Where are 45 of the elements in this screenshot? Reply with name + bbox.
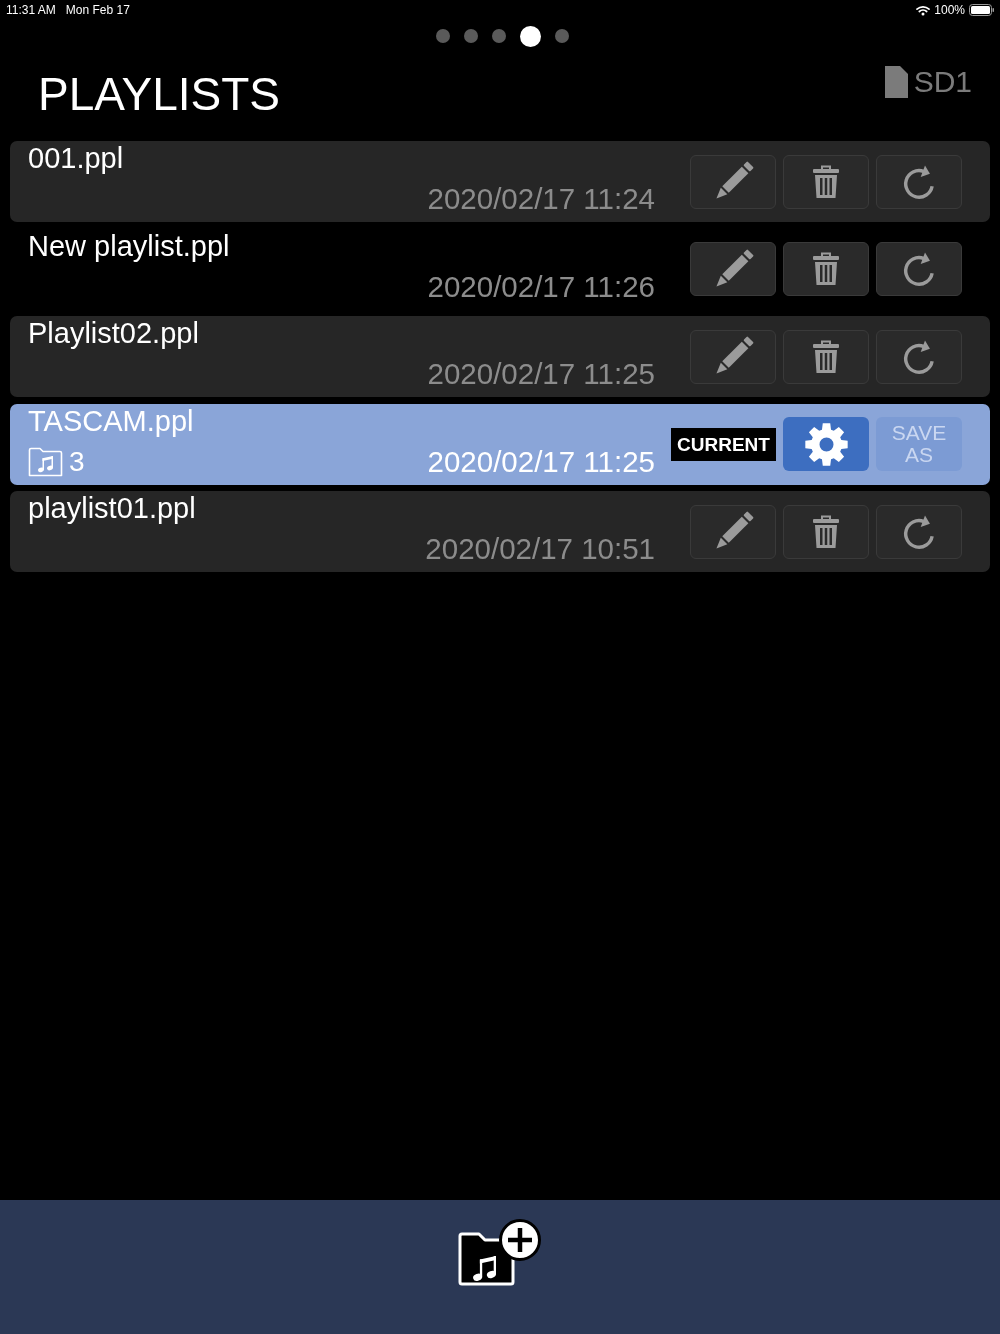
playlist-name: playlist01.ppl: [28, 491, 196, 525]
status-time: 11:31 AM: [6, 3, 56, 17]
wifi-icon: [916, 4, 931, 16]
playlist-date: 2020/02/17 11:24: [427, 182, 655, 216]
playlist-row[interactable]: TASCAM.ppl 3 2020/02/17 11:25 CURRENT SAVE AS: [10, 403, 990, 485]
current-label: CURRENT: [671, 427, 776, 461]
playlist-name: 001.ppl: [28, 141, 124, 175]
gear-icon: [804, 422, 848, 466]
trash-icon: [812, 252, 840, 286]
playlist-date: 2020/02/17 11:25: [427, 357, 655, 391]
playlist-row[interactable]: Playlist02.ppl 2020/02/17 11:25: [10, 316, 990, 397]
playlist-date: 2020/02/17 10:51: [425, 532, 655, 566]
playlist-date: 2020/02/17 11:26: [427, 269, 655, 304]
edit-button[interactable]: [690, 154, 776, 209]
music-folder-icon: [28, 446, 63, 477]
playlist-name: Playlist02.ppl: [28, 316, 199, 350]
trash-icon: [812, 339, 840, 374]
battery-percent: 100%: [934, 3, 965, 17]
delete-button[interactable]: [783, 504, 869, 559]
playlist-row[interactable]: playlist01.ppl 2020/02/17 10:51: [10, 491, 990, 572]
playlist-date: 2020/02/17 11:25: [427, 444, 655, 479]
refresh-button[interactable]: [876, 329, 962, 384]
status-date: Mon Feb 17: [65, 3, 130, 17]
edit-button[interactable]: [690, 242, 776, 296]
settings-button[interactable]: [783, 417, 869, 471]
playlist-name: TASCAM.ppl: [28, 403, 194, 438]
battery-icon: [969, 4, 994, 16]
refresh-button[interactable]: [876, 504, 962, 559]
storage-label: SD1: [913, 66, 972, 98]
delete-button[interactable]: [783, 242, 869, 296]
playlist-name: New playlist.ppl: [28, 228, 230, 263]
delete-button[interactable]: [783, 154, 869, 209]
sd-card-icon: [884, 66, 908, 98]
add-playlist-button[interactable]: [458, 1218, 542, 1286]
refresh-button[interactable]: [876, 242, 962, 296]
track-count: 3: [69, 446, 85, 477]
folder-plus-icon: [458, 1218, 542, 1286]
edit-button[interactable]: [690, 504, 776, 559]
edit-button[interactable]: [690, 329, 776, 384]
delete-button[interactable]: [783, 329, 869, 384]
playlist-row[interactable]: 001.ppl 2020/02/17 11:24: [10, 141, 990, 222]
trash-icon: [812, 514, 840, 549]
page-title: PLAYLISTS: [38, 71, 281, 117]
trash-icon: [812, 164, 840, 199]
refresh-button[interactable]: [876, 154, 962, 209]
